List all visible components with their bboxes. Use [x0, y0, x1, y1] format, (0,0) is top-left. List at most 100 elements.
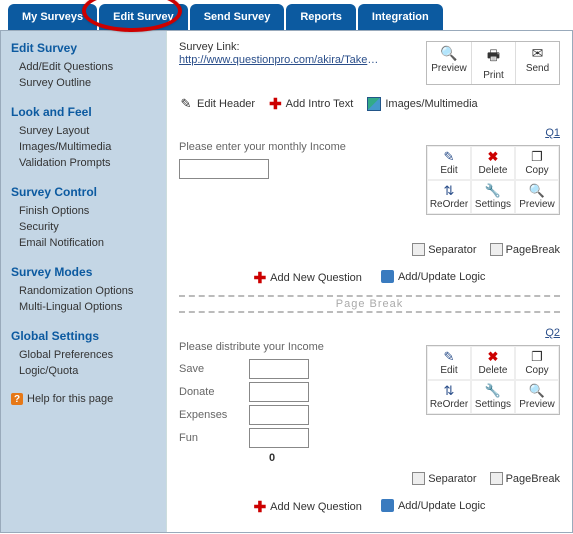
q2-row-donate-input[interactable]	[249, 382, 309, 402]
question-block-q1: Q1 Please enter your monthly Income ✎Edi…	[179, 127, 560, 259]
sidebar-heading-edit-survey: Edit Survey	[11, 41, 158, 55]
q2-number-link[interactable]: Q2	[545, 327, 560, 339]
q2-settings-button[interactable]: 🔧Settings	[471, 380, 515, 414]
sidebar-item-images-multimedia[interactable]: Images/Multimedia	[19, 139, 158, 155]
sidebar-item-security[interactable]: Security	[19, 219, 158, 235]
q2-actions: ✎Edit ✖Delete ❐Copy ⇅ReOrder 🔧Settings 🔍…	[426, 345, 560, 415]
plus-icon: ✚	[254, 498, 267, 516]
sidebar-item-finish-options[interactable]: Finish Options	[19, 203, 158, 219]
sidebar-item-survey-layout[interactable]: Survey Layout	[19, 123, 158, 139]
sidebar-heading-survey-control: Survey Control	[11, 185, 158, 199]
add-new-question-button-2[interactable]: ✚Add New Question	[254, 498, 362, 516]
sidebar-heading-look-and-feel: Look and Feel	[11, 105, 158, 119]
survey-link-label: Survey Link:	[179, 41, 418, 53]
q1-settings-button[interactable]: 🔧Settings	[471, 180, 515, 214]
x-icon: ✖	[472, 350, 514, 364]
copy-icon: ❐	[516, 350, 558, 364]
sidebar-heading-survey-modes: Survey Modes	[11, 265, 158, 279]
separator-icon	[412, 472, 425, 485]
pencil-icon: ✎	[428, 350, 470, 364]
sidebar-item-global-preferences[interactable]: Global Preferences	[19, 347, 158, 363]
logic-icon	[381, 499, 394, 512]
tab-send-survey[interactable]: Send Survey	[190, 4, 285, 30]
images-multimedia-button[interactable]: Images/Multimedia	[367, 97, 477, 111]
printer-icon: 🖶	[472, 45, 515, 69]
q2-edit-button[interactable]: ✎Edit	[427, 346, 471, 380]
q1-edit-button[interactable]: ✎Edit	[427, 146, 471, 180]
sidebar: Edit Survey Add/Edit Questions Survey Ou…	[1, 31, 166, 532]
add-new-question-button[interactable]: ✚Add New Question	[254, 269, 362, 287]
q2-pagebreak-button[interactable]: PageBreak	[490, 472, 560, 485]
q1-copy-button[interactable]: ❐Copy	[515, 146, 559, 180]
main-tabs: My Surveys Edit Survey Send Survey Repor…	[0, 0, 573, 30]
q1-delete-button[interactable]: ✖Delete	[471, 146, 515, 180]
q2-reorder-button[interactable]: ⇅ReOrder	[427, 380, 471, 414]
plus-icon: ✚	[254, 269, 267, 287]
send-button[interactable]: ✉Send	[515, 42, 559, 84]
reorder-icon: ⇅	[428, 184, 470, 198]
wrench-icon: 🔧	[472, 384, 514, 398]
q1-actions: ✎Edit ✖Delete ❐Copy ⇅ReOrder 🔧Settings 🔍…	[426, 145, 560, 215]
magnifier-icon: 🔍	[516, 384, 558, 398]
q2-row-save-input[interactable]	[249, 359, 309, 379]
sidebar-item-logic-quota[interactable]: Logic/Quota	[19, 363, 158, 379]
sidebar-item-add-edit-questions[interactable]: Add/Edit Questions	[19, 59, 158, 75]
page-break-divider: Page Break	[179, 295, 560, 313]
survey-link-url[interactable]: http://www.questionpro.com/akira/TakeSur…	[179, 54, 379, 66]
q2-separator-button[interactable]: Separator	[412, 472, 476, 485]
sidebar-item-randomization-options[interactable]: Randomization Options	[19, 283, 158, 299]
sidebar-item-email-notification[interactable]: Email Notification	[19, 235, 158, 251]
q2-preview-button[interactable]: 🔍Preview	[515, 380, 559, 414]
add-update-logic-button-2[interactable]: Add/Update Logic	[381, 499, 485, 512]
question-block-q2: Q2 Please distribute your Income Save Do…	[179, 327, 560, 488]
pencil-icon: ✎	[428, 150, 470, 164]
q2-row-donate-label: Donate	[179, 386, 249, 398]
tab-integration[interactable]: Integration	[358, 4, 443, 30]
magnifier-icon: 🔍	[427, 45, 471, 62]
content-area: Survey Link: http://www.questionpro.com/…	[166, 31, 572, 532]
tab-edit-survey[interactable]: Edit Survey	[99, 4, 188, 30]
top-action-buttons: 🔍Preview 🖶Print ✉Send	[426, 41, 560, 85]
copy-icon: ❐	[516, 150, 558, 164]
pencil-icon: ✎	[179, 97, 193, 111]
q2-row-fun-input[interactable]	[249, 428, 309, 448]
tab-reports[interactable]: Reports	[286, 4, 356, 30]
q1-number-link[interactable]: Q1	[545, 127, 560, 139]
sidebar-item-survey-outline[interactable]: Survey Outline	[19, 75, 158, 91]
q2-copy-button[interactable]: ❐Copy	[515, 346, 559, 380]
add-intro-text-button[interactable]: ✚ Add Intro Text	[269, 95, 353, 113]
wrench-icon: 🔧	[472, 184, 514, 198]
help-icon: ?	[11, 393, 23, 405]
q2-total: 0	[269, 452, 560, 464]
pagebreak-icon	[490, 472, 503, 485]
q2-delete-button[interactable]: ✖Delete	[471, 346, 515, 380]
q1-input[interactable]	[179, 159, 269, 179]
plus-icon: ✚	[269, 95, 282, 113]
logic-icon	[381, 270, 394, 283]
q1-pagebreak-button[interactable]: PageBreak	[490, 243, 560, 256]
q2-row-fun-label: Fun	[179, 432, 249, 444]
sidebar-heading-global-settings: Global Settings	[11, 329, 158, 343]
help-label: Help for this page	[27, 393, 113, 405]
edit-header-button[interactable]: ✎ Edit Header	[179, 97, 255, 111]
pagebreak-icon	[490, 243, 503, 256]
q1-separator-button[interactable]: Separator	[412, 243, 476, 256]
magnifier-icon: 🔍	[516, 184, 558, 198]
preview-button[interactable]: 🔍Preview	[427, 42, 471, 84]
sidebar-item-multilingual-options[interactable]: Multi-Lingual Options	[19, 299, 158, 315]
image-icon	[367, 97, 381, 111]
q1-reorder-button[interactable]: ⇅ReOrder	[427, 180, 471, 214]
tab-my-surveys[interactable]: My Surveys	[8, 4, 97, 30]
sidebar-item-validation-prompts[interactable]: Validation Prompts	[19, 155, 158, 171]
q1-preview-button[interactable]: 🔍Preview	[515, 180, 559, 214]
add-update-logic-button[interactable]: Add/Update Logic	[381, 270, 485, 283]
q2-row-expenses-label: Expenses	[179, 409, 249, 421]
envelope-icon: ✉	[516, 45, 559, 62]
q2-row-save-label: Save	[179, 363, 249, 375]
q2-row-expenses-input[interactable]	[249, 405, 309, 425]
separator-icon	[412, 243, 425, 256]
help-link[interactable]: ? Help for this page	[11, 393, 158, 405]
reorder-icon: ⇅	[428, 384, 470, 398]
print-button[interactable]: 🖶Print	[471, 42, 515, 84]
x-icon: ✖	[472, 150, 514, 164]
